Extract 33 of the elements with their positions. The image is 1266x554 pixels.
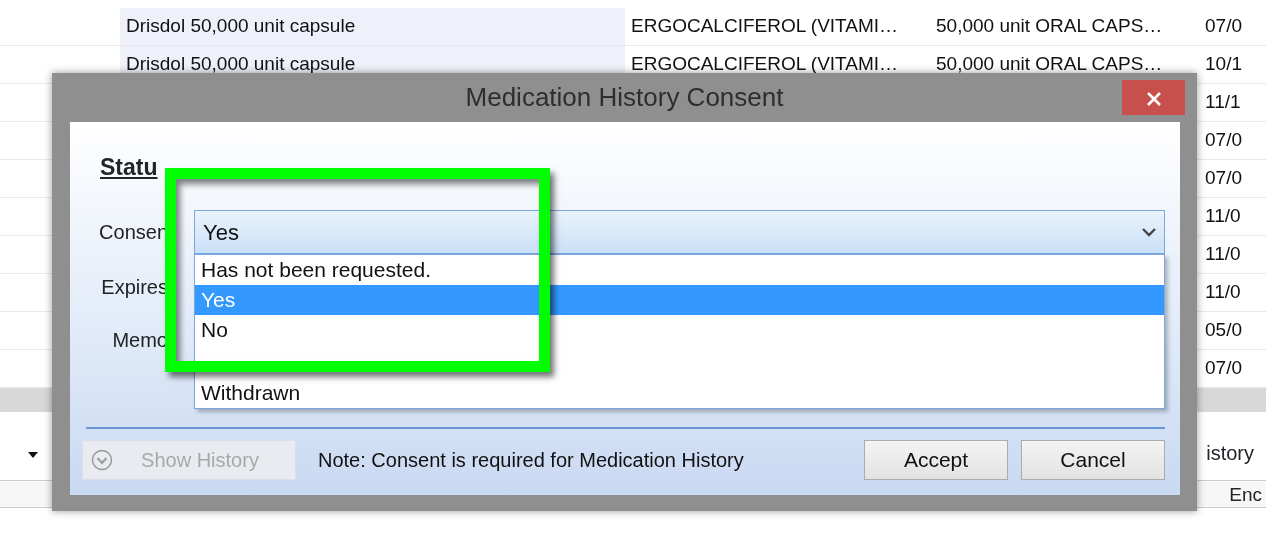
dropdown-option[interactable]: Has not been requested. bbox=[195, 255, 1164, 285]
date-text: 11/0 bbox=[1205, 204, 1241, 229]
date-text: 11/0 bbox=[1205, 280, 1241, 305]
strength-text: 50,000 unit ORAL CAPS… bbox=[936, 52, 1163, 77]
accept-button[interactable]: Accept bbox=[864, 440, 1008, 480]
note-text: Note: Consent is required for Medication History bbox=[318, 448, 744, 473]
date-text: 11/0 bbox=[1205, 242, 1241, 267]
cancel-button[interactable]: Cancel bbox=[1021, 440, 1165, 480]
ingredient-name: ERGOCALCIFEROL (VITAMI… bbox=[631, 52, 899, 77]
strength-text: 50,000 unit ORAL CAPS… bbox=[936, 14, 1163, 39]
caret-icon[interactable] bbox=[28, 452, 38, 458]
date-text: 05/0 bbox=[1205, 318, 1242, 343]
date-text: 10/1 bbox=[1205, 52, 1242, 77]
chevron-down-icon bbox=[1142, 227, 1156, 237]
dropdown-option[interactable]: Withdrawn bbox=[195, 378, 1164, 408]
close-button[interactable] bbox=[1122, 80, 1185, 115]
field-label: Expires bbox=[100, 275, 168, 300]
date-text: 07/0 bbox=[1205, 14, 1242, 39]
date-text: 07/0 bbox=[1205, 128, 1242, 153]
date-text: 07/0 bbox=[1205, 356, 1242, 381]
date-text: 11/1 bbox=[1205, 90, 1241, 115]
dropdown-option[interactable]: No bbox=[195, 315, 1164, 345]
circle-arrow-down-icon bbox=[91, 449, 113, 471]
consent-dropdown[interactable]: Yes bbox=[194, 210, 1165, 254]
column-header: Enc bbox=[1229, 483, 1262, 507]
ingredient-name: ERGOCALCIFEROL (VITAMI… bbox=[631, 14, 899, 39]
status-label: Statu bbox=[100, 153, 159, 182]
medication-name: Drisdol 50,000 unit capsule bbox=[126, 52, 356, 77]
medication-name: Drisdol 50,000 unit capsule bbox=[126, 14, 356, 39]
close-icon bbox=[1145, 91, 1162, 108]
dialog-title: Medication History Consent bbox=[465, 81, 784, 114]
date-text: 07/0 bbox=[1205, 166, 1242, 191]
toolbar-label: istory bbox=[1206, 441, 1254, 466]
